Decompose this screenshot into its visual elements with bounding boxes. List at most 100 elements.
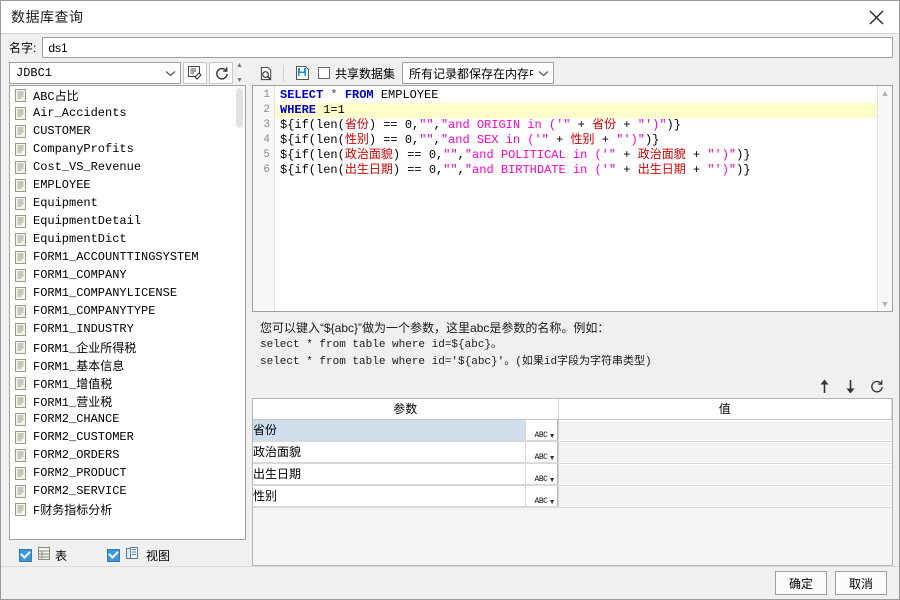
- connection-scroll-arrows[interactable]: ▲ ▼: [235, 62, 244, 84]
- table-list-scroll-thumb[interactable]: [236, 88, 243, 128]
- sql-code[interactable]: SELECT * FROM EMPLOYEE WHERE 1=1 ${if(len(…: [275, 86, 877, 311]
- abc-type-label: ABC: [534, 452, 548, 462]
- code-line[interactable]: SELECT * FROM EMPLOYEE: [275, 88, 877, 103]
- list-item[interactable]: FORM1_COMPANY: [10, 266, 234, 284]
- abc-type-icon[interactable]: ABC ▼: [526, 420, 557, 440]
- parameter-value-input[interactable]: [558, 420, 892, 440]
- storage-mode-select[interactable]: 所有记录都保存在内存中: [402, 62, 555, 84]
- refresh-connection-button[interactable]: [209, 62, 233, 84]
- code-line[interactable]: ${if(len(出生日期) == 0,"","and BIRTHDATE in…: [275, 163, 877, 178]
- abc-type-icon[interactable]: ABC ▼: [526, 442, 557, 462]
- list-item[interactable]: CUSTOMER: [10, 122, 234, 140]
- parameter-type-cell[interactable]: ABC ▼: [525, 441, 558, 463]
- list-item[interactable]: FORM2_PRODUCT: [10, 464, 234, 482]
- abc-type-icon[interactable]: ABC ▼: [526, 486, 557, 506]
- list-item[interactable]: FORM1_COMPANYTYPE: [10, 302, 234, 320]
- parameter-value-input[interactable]: [558, 464, 892, 484]
- list-item[interactable]: CompanyProfits: [10, 140, 234, 158]
- parameter-value-cell[interactable]: [557, 485, 892, 508]
- list-item[interactable]: F财务指标分析: [10, 500, 234, 518]
- code-line[interactable]: ${if(len(省份) == 0,"","and ORIGIN in ('" …: [275, 118, 877, 133]
- left-pane: JDBC1 ▲ ▼ ABC占比 Air_Accidents CUSTOMER C…: [9, 61, 246, 566]
- table-list-scrollbar[interactable]: [234, 86, 245, 539]
- chevron-down-icon[interactable]: ▼: [549, 433, 556, 440]
- parameter-name-cell[interactable]: 出生日期: [253, 463, 526, 485]
- filter-table[interactable]: 表: [19, 547, 67, 564]
- list-item[interactable]: FORM1_企业所得税: [10, 338, 234, 356]
- filter-view-checkbox[interactable]: [107, 548, 121, 562]
- list-item[interactable]: EMPLOYEE: [10, 176, 234, 194]
- parameter-name-cell[interactable]: 省份: [253, 419, 526, 441]
- list-item[interactable]: FORM1_营业税: [10, 392, 234, 410]
- parameter-value-input[interactable]: [558, 442, 892, 462]
- list-item[interactable]: FORM2_SERVICE: [10, 482, 234, 500]
- code-token: )}: [644, 133, 660, 147]
- save-dataset-icon: [296, 66, 309, 80]
- table-list[interactable]: ABC占比 Air_Accidents CUSTOMER CompanyProfits…: [9, 85, 246, 540]
- cancel-button[interactable]: 取消: [835, 571, 887, 595]
- table-icon: [15, 394, 27, 408]
- code-line[interactable]: WHERE 1=1: [275, 103, 877, 118]
- table-row[interactable]: 出生日期 ABC ▼: [253, 463, 892, 486]
- list-item[interactable]: EquipmentDetail: [10, 212, 234, 230]
- list-item[interactable]: Air_Accidents: [10, 104, 234, 122]
- move-param-up-button[interactable]: [813, 376, 835, 396]
- list-item[interactable]: FORM2_CHANCE: [10, 410, 234, 428]
- code-line[interactable]: ${if(len(性别) == 0,"","and SEX in ('" + 性…: [275, 133, 877, 148]
- sql-editor-scrollbar[interactable]: ▲ ▼: [877, 86, 892, 311]
- parameter-value-cell[interactable]: [557, 463, 892, 486]
- connection-select[interactable]: JDBC1: [9, 62, 181, 84]
- table-row[interactable]: 性别 ABC ▼: [253, 485, 892, 508]
- close-button[interactable]: [853, 1, 899, 33]
- parameter-name-group: 政治面貌 ABC ▼: [253, 441, 558, 464]
- shared-dataset-checkbox[interactable]: [318, 67, 330, 79]
- code-token: 省份: [344, 118, 369, 132]
- ok-button[interactable]: 确定: [775, 571, 827, 595]
- scroll-up-icon[interactable]: ▲: [881, 88, 890, 98]
- table-row[interactable]: 政治面貌 ABC ▼: [253, 441, 892, 464]
- parameter-type-cell[interactable]: ABC ▼: [525, 463, 558, 485]
- list-item-label: ABC占比: [33, 89, 79, 104]
- list-item[interactable]: FORM1_INDUSTRY: [10, 320, 234, 338]
- connection-select-value: JDBC1: [16, 66, 53, 80]
- list-item[interactable]: FORM1_COMPANYLICENSE: [10, 284, 234, 302]
- parameter-column-header[interactable]: 参数: [253, 399, 559, 420]
- chevron-down-icon[interactable]: ▼: [549, 477, 556, 484]
- parameter-value-cell[interactable]: [557, 419, 892, 442]
- table-row[interactable]: 省份 ABC ▼: [253, 419, 892, 442]
- parameter-value-cell[interactable]: [557, 441, 892, 464]
- list-item[interactable]: FORM2_ORDERS: [10, 446, 234, 464]
- sql-editor[interactable]: 123456 SELECT * FROM EMPLOYEE WHERE 1=1 ${…: [252, 85, 893, 312]
- list-item[interactable]: FORM1_ACCOUNTTINGSYSTEM: [10, 248, 234, 266]
- filter-table-checkbox[interactable]: [19, 548, 32, 562]
- parameter-name-cell[interactable]: 性别: [253, 485, 526, 507]
- list-item-label: FORM2_CUSTOMER: [33, 430, 134, 444]
- list-item[interactable]: ABC占比: [10, 86, 234, 104]
- parameter-type-cell[interactable]: ABC ▼: [525, 419, 558, 441]
- list-item[interactable]: Equipment: [10, 194, 234, 212]
- list-item[interactable]: FORM1_增值税: [10, 374, 234, 392]
- code-line[interactable]: ${if(len(政治面貌) == 0,"","and POLITICAL in…: [275, 148, 877, 163]
- chevron-down-icon[interactable]: ▼: [549, 455, 556, 462]
- list-item[interactable]: FORM2_CUSTOMER: [10, 428, 234, 446]
- list-item[interactable]: FORM1_基本信息: [10, 356, 234, 374]
- edit-connection-button[interactable]: [183, 62, 207, 84]
- parameter-name-cell[interactable]: 政治面貌: [253, 441, 526, 463]
- table-icon: [15, 502, 27, 516]
- scroll-down-icon[interactable]: ▼: [881, 299, 890, 309]
- save-dataset-button[interactable]: [291, 62, 315, 84]
- chevron-down-icon[interactable]: ▼: [549, 499, 556, 506]
- parameter-value-input[interactable]: [558, 486, 892, 506]
- list-item[interactable]: EquipmentDict: [10, 230, 234, 248]
- refresh-params-button[interactable]: [865, 376, 887, 396]
- preview-button[interactable]: [254, 62, 278, 84]
- code-token: ${if(len(: [280, 133, 345, 147]
- filter-view[interactable]: 视图: [107, 547, 170, 564]
- parameter-type-cell[interactable]: ABC ▼: [525, 485, 558, 507]
- list-item[interactable]: Cost_VS_Revenue: [10, 158, 234, 176]
- name-input[interactable]: [42, 37, 893, 58]
- shared-dataset-checkbox-group[interactable]: 共享数据集: [318, 65, 395, 82]
- value-column-header[interactable]: 值: [558, 399, 892, 420]
- abc-type-icon[interactable]: ABC ▼: [526, 464, 557, 484]
- move-param-down-button[interactable]: [839, 376, 861, 396]
